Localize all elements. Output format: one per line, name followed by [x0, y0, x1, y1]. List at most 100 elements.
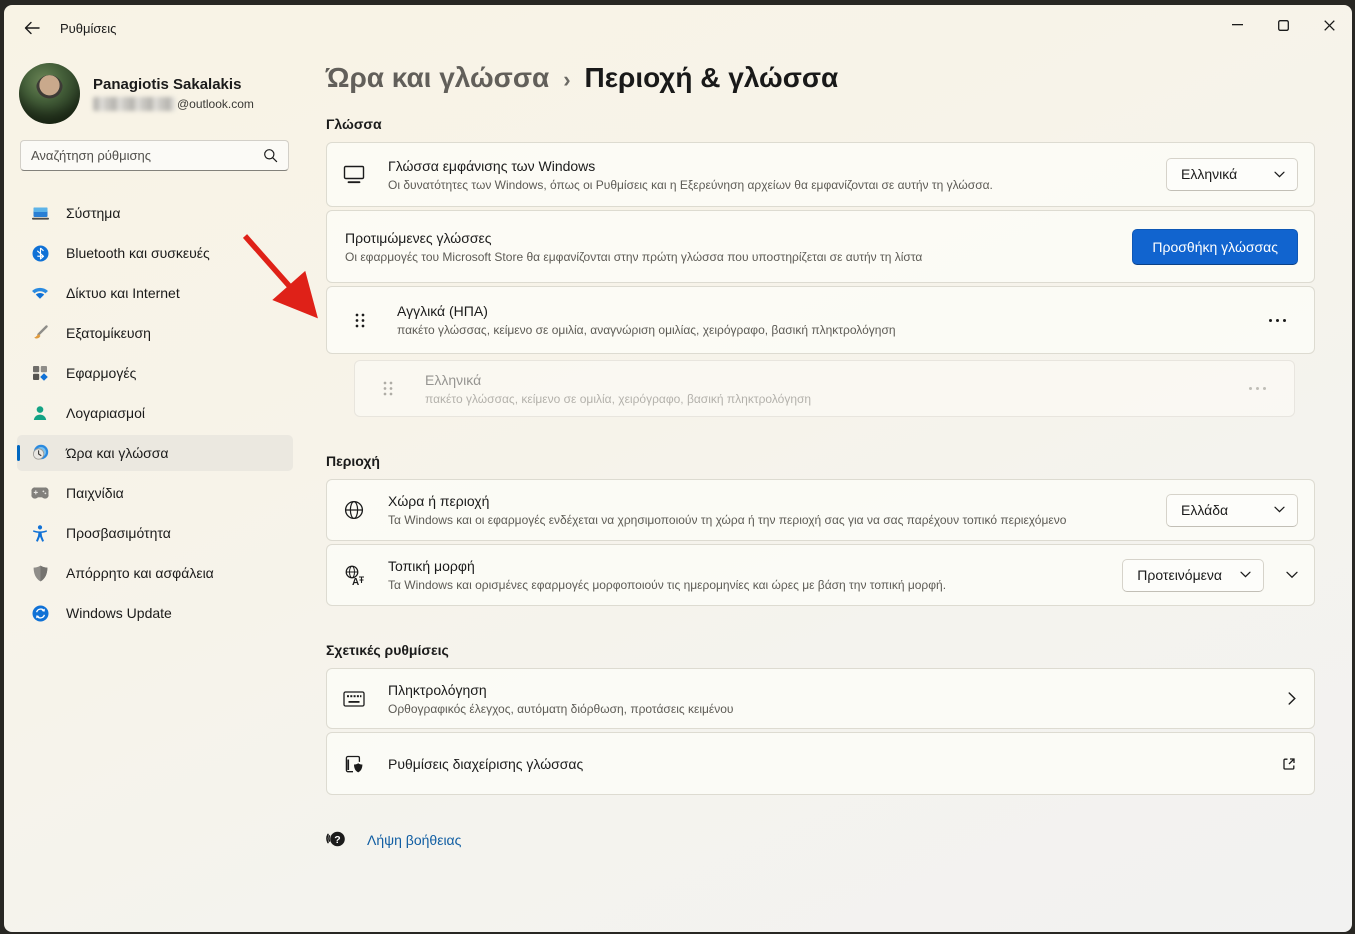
sidebar-item-personalization[interactable]: Εξατομίκευση — [17, 315, 293, 351]
system-icon — [31, 204, 49, 222]
screen: Ρυθμίσεις Panagiotis Sakalakis @o — [0, 0, 1355, 934]
typing-card[interactable]: Πληκτρολόγηση Ορθογραφικός έλεγχος, αυτό… — [326, 668, 1315, 729]
typing-description: Ορθογραφικός έλεγχος, αυτόματη διόρθωση,… — [388, 702, 1268, 716]
breadcrumb: Ώρα και γλώσσα › Περιοχή & γλώσσα — [326, 62, 1315, 94]
minimize-icon — [1232, 24, 1243, 26]
breadcrumb-parent[interactable]: Ώρα και γλώσσα — [326, 62, 549, 94]
user-name: Panagiotis Sakalakis — [93, 76, 254, 93]
display-language-description: Οι δυνατότητες των Windows, όπως οι Ρυθμ… — [388, 178, 1146, 192]
regional-format-description: Τα Windows και ορισμένες εφαρμογές μορφο… — [388, 578, 1102, 592]
sidebar-nav: Σύστημα Bluetooth και συσκευές Δίκτυο κα… — [4, 195, 306, 631]
display-monitor-icon — [343, 165, 365, 184]
language-features: πακέτο γλώσσας, κείμενο σε ομιλία, αναγν… — [397, 323, 1249, 337]
minimize-button[interactable] — [1214, 5, 1260, 45]
avatar — [19, 63, 80, 124]
personalization-icon — [31, 324, 49, 342]
language-row-greek-ghost[interactable]: Ελληνικά πακέτο γλώσσας, κείμενο σε ομιλ… — [354, 360, 1295, 417]
admin-language-settings-card[interactable]: Ρυθμίσεις διαχείρισης γλώσσας — [326, 732, 1315, 795]
preferred-languages-description: Οι εφαρμογές του Microsoft Store θα εμφα… — [345, 250, 1112, 264]
regional-format-card: A Τοπική μορφή Τα Windows και ορισμένες … — [326, 544, 1315, 606]
add-language-button[interactable]: Προσθήκη γλώσσας — [1132, 229, 1298, 265]
gaming-icon — [31, 484, 49, 502]
sidebar-item-windows-update[interactable]: Windows Update — [17, 595, 293, 631]
section-related-header: Σχετικές ρυθμίσεις — [326, 642, 1315, 658]
language-features: πακέτο γλώσσας, κείμενο σε ομιλία, χειρό… — [425, 392, 1229, 406]
breadcrumb-separator: › — [563, 64, 570, 93]
chevron-down-icon — [1274, 506, 1285, 513]
back-arrow-icon — [24, 21, 40, 35]
preferred-languages-title: Προτιμώμενες γλώσσες — [345, 230, 1112, 246]
maximize-button[interactable] — [1260, 5, 1306, 45]
language-name: Αγγλικά (ΗΠΑ) — [397, 303, 1249, 319]
privacy-icon — [31, 564, 49, 582]
sidebar-item-accessibility[interactable]: Προσβασιμότητα — [17, 515, 293, 551]
sidebar-item-gaming[interactable]: Παιχνίδια — [17, 475, 293, 511]
external-link-icon — [1282, 757, 1296, 771]
preferred-languages-card: Προτιμώμενες γλώσσες Οι εφαρμογές του Mi… — [326, 210, 1315, 283]
country-region-description: Τα Windows και οι εφαρμογές ενδέχεται να… — [388, 513, 1146, 527]
sidebar-item-system[interactable]: Σύστημα — [17, 195, 293, 231]
user-email: @outlook.com — [93, 97, 254, 111]
sidebar-item-bluetooth[interactable]: Bluetooth και συσκευές — [17, 235, 293, 271]
sidebar: Panagiotis Sakalakis @outlook.com — [4, 51, 306, 932]
get-help-link[interactable]: Λήψη βοήθειας — [367, 832, 461, 848]
country-region-card: Χώρα ή περιοχή Τα Windows και οι εφαρμογ… — [326, 479, 1315, 541]
section-region-header: Περιοχή — [326, 453, 1315, 469]
sidebar-item-network[interactable]: Δίκτυο και Internet — [17, 275, 293, 311]
accessibility-icon — [31, 524, 49, 542]
language-row-english[interactable]: Αγγλικά (ΗΠΑ) πακέτο γλώσσας, κείμενο σε… — [326, 286, 1315, 354]
main-content: Ώρα και γλώσσα › Περιοχή & γλώσσα Γλώσσα… — [306, 51, 1352, 932]
settings-window: Ρυθμίσεις Panagiotis Sakalakis @o — [4, 5, 1352, 932]
app-title: Ρυθμίσεις — [60, 21, 116, 36]
svg-text:?: ? — [334, 834, 340, 846]
close-icon — [1324, 20, 1335, 31]
caption-buttons — [1214, 5, 1352, 45]
more-options-icon[interactable] — [1249, 387, 1266, 390]
language-format-icon: A — [343, 565, 365, 586]
display-language-card: Γλώσσα εμφάνισης των Windows Οι δυνατότη… — [326, 142, 1315, 207]
expand-chevron-icon[interactable] — [1286, 571, 1298, 579]
chevron-down-icon — [1240, 571, 1251, 578]
titlebar: Ρυθμίσεις — [4, 5, 1352, 51]
typing-title: Πληκτρολόγηση — [388, 682, 1268, 698]
get-help-icon: ? — [326, 829, 346, 851]
user-profile[interactable]: Panagiotis Sakalakis @outlook.com — [19, 63, 290, 124]
search-icon — [263, 148, 278, 163]
windows-update-icon — [31, 604, 49, 622]
bluetooth-icon — [31, 244, 49, 262]
close-button[interactable] — [1306, 5, 1352, 45]
get-help-row: ? Λήψη βοήθειας — [326, 829, 1315, 851]
country-region-dropdown[interactable]: Ελλάδα — [1166, 494, 1298, 527]
apps-icon — [31, 364, 49, 382]
admin-language-icon — [343, 754, 365, 774]
search-box[interactable] — [20, 140, 289, 171]
drag-grip-icon[interactable] — [352, 313, 368, 328]
search-input[interactable] — [31, 148, 263, 163]
time-language-icon — [31, 444, 49, 462]
back-button[interactable] — [16, 12, 48, 44]
section-language-header: Γλώσσα — [326, 116, 1315, 132]
regional-format-title: Τοπική μορφή — [388, 558, 1102, 574]
language-name: Ελληνικά — [425, 372, 1229, 388]
display-language-dropdown[interactable]: Ελληνικά — [1166, 158, 1298, 191]
admin-language-title: Ρυθμίσεις διαχείρισης γλώσσας — [388, 756, 1262, 772]
display-language-title: Γλώσσα εμφάνισης των Windows — [388, 158, 1146, 174]
sidebar-item-accounts[interactable]: Λογαριασμοί — [17, 395, 293, 431]
globe-icon — [343, 500, 365, 520]
chevron-right-icon — [1288, 692, 1296, 705]
sidebar-item-privacy[interactable]: Απόρρητο και ασφάλεια — [17, 555, 293, 591]
email-redacted — [93, 97, 175, 111]
maximize-icon — [1278, 20, 1289, 31]
more-options-icon[interactable] — [1269, 319, 1286, 322]
sidebar-item-apps[interactable]: Εφαρμογές — [17, 355, 293, 391]
page-title: Περιοχή & γλώσσα — [585, 62, 839, 94]
svg-text:A: A — [352, 577, 359, 586]
regional-format-dropdown[interactable]: Προτεινόμενα — [1122, 559, 1264, 592]
sidebar-item-time-language[interactable]: Ώρα και γλώσσα — [17, 435, 293, 471]
drag-grip-icon[interactable] — [380, 381, 396, 396]
accounts-icon — [31, 404, 49, 422]
chevron-down-icon — [1274, 171, 1285, 178]
keyboard-icon — [343, 691, 365, 707]
network-icon — [31, 284, 49, 302]
country-region-title: Χώρα ή περιοχή — [388, 493, 1146, 509]
